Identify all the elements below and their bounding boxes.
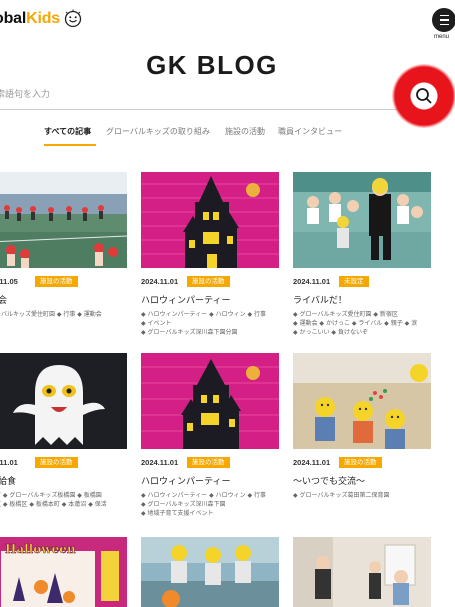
post-thumbnail[interactable]: Halloween	[0, 537, 127, 607]
tag-line[interactable]: ◆ 運動会 ◆ かけっこ ◆ ライバル ◆ 親子 ◆ 涙	[293, 319, 431, 328]
tag-line[interactable]: ◆ イベント	[141, 319, 279, 328]
post-date: 2024.11.01	[141, 458, 179, 467]
tag-line[interactable]: ◆ ハロウィンパーティー ◆ ハロウィン ◆ 行事	[141, 491, 279, 500]
post-thumbnail[interactable]	[293, 353, 431, 449]
post-title[interactable]: ハロウィンパーティー	[141, 474, 230, 487]
post-thumbnail[interactable]	[0, 353, 127, 449]
tab-all-posts[interactable]: すべての記事	[44, 126, 91, 137]
tab-facility-activities[interactable]: 施設の活動	[225, 126, 265, 137]
active-tab-indicator	[44, 144, 96, 146]
post-tags: ◆ ハロウィンパーティー ◆ ハロウィン ◆ 行事 ◆ イベント ◆ グローバル…	[141, 310, 279, 337]
post-thumbnail[interactable]	[141, 353, 279, 449]
post-tags: 保育 ◆ グローバルキッズ板橋園 ◆ 板橋園 地区 ◆ 板橋区 ◆ 板橋本町 ◆…	[0, 491, 127, 509]
tag-line[interactable]: 保育 ◆ グローバルキッズ板橋園 ◆ 板橋園	[0, 491, 127, 500]
search-bar	[0, 78, 448, 110]
post-tags: ◆ ハロウィンパーティー ◆ ハロウィン ◆ 行事 ◆ グローバルキッズ深川森下…	[141, 491, 279, 518]
category-badge[interactable]: 施設の活動	[339, 457, 382, 468]
tab-staff-interviews[interactable]: 職員インタビュー	[278, 126, 342, 137]
tab-initiatives[interactable]: グローバルキッズの取り組み	[106, 126, 210, 137]
search-input[interactable]	[0, 84, 376, 106]
post-title[interactable]: 動会	[0, 293, 7, 306]
menu-label: menu	[434, 34, 450, 40]
post-title[interactable]: ハロウィンパーティー	[141, 293, 230, 306]
category-badge[interactable]: 施設の活動	[187, 276, 230, 287]
tag-line[interactable]: ◆ ハロウィンパーティー ◆ ハロウィン ◆ 行事	[141, 310, 279, 319]
category-badge[interactable]: 施設の活動	[35, 457, 78, 468]
post-tags: ◆ グローバルキッズ葛田第二保育園	[293, 491, 431, 500]
hamburger-icon-bar	[439, 23, 449, 26]
post-date: 24.11.05	[0, 277, 18, 286]
post-thumbnail[interactable]	[0, 172, 127, 268]
tag-line[interactable]: ◆ グローバルキッズ愛住町園 ◆ 新宿区	[293, 310, 431, 319]
category-badge[interactable]: 施設の活動	[35, 276, 78, 287]
post-thumbnail[interactable]	[141, 172, 279, 268]
post-date: 24.11.01	[0, 458, 18, 467]
category-badge[interactable]: 未設定	[339, 276, 369, 287]
page-title: GK BLOG	[146, 50, 278, 80]
poster-halloween-text: Halloween	[5, 542, 76, 556]
tag-line[interactable]: ◆ かっこいい ◆ 負けないぞ	[293, 328, 431, 337]
site-logo[interactable]: obalKids	[0, 10, 60, 28]
logo-text-kids: Kids	[26, 10, 60, 27]
tag-line[interactable]: ◆ グローバルキッズ深川森下園分園	[141, 328, 279, 337]
tag-line[interactable]: 地区 ◆ 板橋区 ◆ 板橋本町 ◆ 本蓮沼 ◆ 保活	[0, 500, 127, 509]
site-header: obalKids menu	[0, 0, 455, 40]
logo-text-main: obal	[0, 10, 27, 27]
post-thumbnail[interactable]	[293, 172, 431, 268]
category-tabs: すべての記事 グローバルキッズの取り組み 施設の活動 職員インタビュー	[0, 126, 455, 148]
menu-button[interactable]	[432, 8, 455, 32]
tag-line[interactable]: ◆ グローバルキッズ葛田第二保育園	[293, 491, 431, 500]
hamburger-icon-bar	[439, 19, 449, 21]
tag-line[interactable]: ローバルキッズ愛住町園 ◆ 行事 ◆ 運動会	[0, 310, 127, 319]
post-thumbnail[interactable]	[141, 537, 279, 607]
post-tags: ローバルキッズ愛住町園 ◆ 行事 ◆ 運動会	[0, 310, 127, 319]
post-tags: ◆ グローバルキッズ愛住町園 ◆ 新宿区 ◆ 運動会 ◆ かけっこ ◆ ライバル…	[293, 310, 431, 337]
post-title[interactable]: ライバルだ！	[293, 293, 347, 306]
post-title[interactable]: 本給食	[0, 474, 16, 487]
post-date: 2024.11.01	[141, 277, 179, 286]
smile-logo-icon	[64, 9, 82, 27]
post-thumbnail[interactable]	[293, 537, 431, 607]
post-date: 2024.11.01	[293, 458, 331, 467]
post-date: 2024.11.01	[293, 277, 331, 286]
category-badge[interactable]: 施設の活動	[187, 457, 230, 468]
hamburger-icon-bar	[439, 14, 449, 17]
tag-line[interactable]: ◆ 地域子育て支援イベント	[141, 509, 279, 518]
post-title[interactable]: 〜いつでも交流〜	[293, 474, 365, 487]
tag-line[interactable]: ◆ グローバルキッズ深川森下園	[141, 500, 279, 509]
search-button[interactable]	[392, 64, 455, 128]
search-icon	[416, 88, 432, 104]
